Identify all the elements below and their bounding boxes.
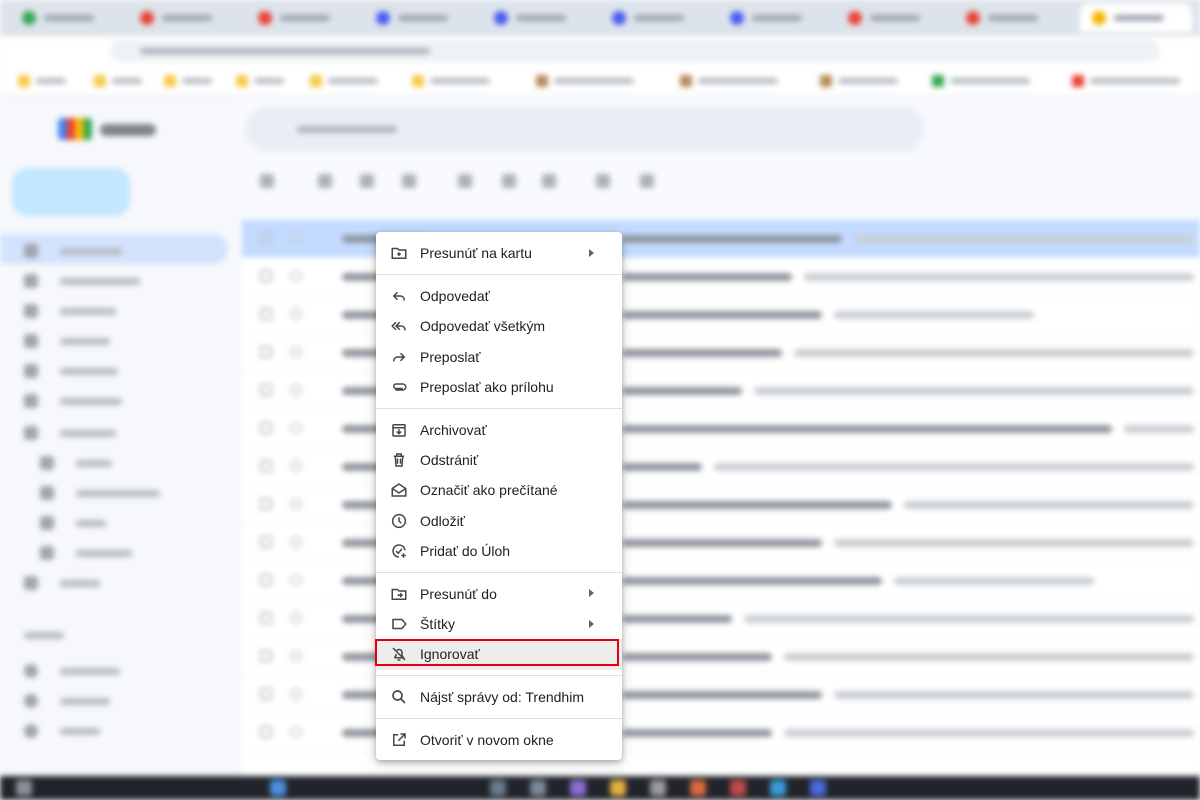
mail-toolbar	[250, 172, 710, 192]
mark-read-icon	[390, 481, 408, 499]
menu-item-reply-all[interactable]: Odpovedať všetkým	[376, 311, 622, 341]
forward-icon	[390, 348, 408, 366]
mail-search-bar[interactable]	[245, 106, 925, 152]
browser-tab-active[interactable]	[1080, 4, 1192, 32]
menu-item-mark-as-read[interactable]: Označiť ako prečítané	[376, 475, 622, 505]
browser-tab-strip	[0, 0, 1200, 36]
menu-divider	[376, 407, 622, 409]
url-field[interactable]	[110, 40, 1160, 62]
browser-tab[interactable]	[718, 4, 830, 32]
browser-tab[interactable]	[128, 4, 240, 32]
attachment-icon	[390, 378, 408, 396]
browser-tab[interactable]	[600, 4, 712, 32]
reply-icon	[390, 287, 408, 305]
menu-divider	[376, 717, 622, 719]
browser-tab[interactable]	[954, 4, 1066, 32]
menu-item-mute[interactable]: Ignorovať	[375, 639, 622, 670]
reply-all-icon	[390, 317, 408, 335]
menu-item-labels[interactable]: Štítky	[376, 609, 622, 639]
snooze-clock-icon	[390, 512, 408, 530]
menu-item-snooze[interactable]: Odložiť	[376, 506, 622, 536]
menu-item-delete[interactable]: Odstrániť	[376, 445, 622, 475]
highlight-outline	[375, 639, 619, 667]
gmail-logo-text	[100, 124, 156, 136]
browser-tab[interactable]	[836, 4, 948, 32]
open-new-window-icon	[390, 731, 408, 749]
gmail-sidebar	[0, 96, 240, 776]
submenu-arrow-icon	[589, 249, 594, 257]
browser-tab[interactable]	[482, 4, 594, 32]
browser-tab[interactable]	[246, 4, 358, 32]
menu-item-open-new-window[interactable]: Otvoriť v novom okne	[376, 724, 622, 754]
move-to-folder-icon	[390, 585, 408, 603]
menu-item-forward[interactable]: Preposlať	[376, 341, 622, 371]
trash-icon	[390, 451, 408, 469]
gmail-logo-icon	[58, 118, 92, 140]
menu-item-move-to[interactable]: Presunúť do	[376, 578, 622, 608]
browser-tab[interactable]	[364, 4, 476, 32]
submenu-arrow-icon	[589, 619, 594, 628]
add-task-icon	[390, 542, 408, 560]
context-menu: Presunúť na kartu Odpovedať Odpovedať vš…	[375, 232, 622, 760]
archive-icon	[390, 421, 408, 439]
label-icon	[390, 615, 408, 633]
menu-item-reply[interactable]: Odpovedať	[376, 281, 622, 311]
browser-tab[interactable]	[10, 4, 122, 32]
menu-item-archive[interactable]: Archivovať	[376, 414, 622, 444]
os-taskbar	[0, 776, 1200, 800]
menu-item-move-to-tab[interactable]: Presunúť na kartu	[376, 238, 622, 268]
menu-item-add-to-tasks[interactable]: Pridať do Úloh	[376, 536, 622, 566]
menu-divider	[376, 675, 622, 677]
menu-item-find-messages[interactable]: Nájsť správy od: Trendhim	[376, 682, 622, 712]
move-to-tab-icon	[390, 244, 408, 262]
bookmarks-bar	[0, 66, 1200, 96]
mute-icon	[390, 645, 408, 663]
menu-divider	[376, 273, 622, 275]
search-icon	[390, 688, 408, 706]
menu-item-forward-as-attachment[interactable]: Preposlať ako prílohu	[376, 372, 622, 402]
compose-button[interactable]	[12, 168, 130, 216]
address-bar	[0, 36, 1200, 66]
submenu-arrow-icon	[589, 589, 594, 598]
menu-divider	[376, 571, 622, 573]
